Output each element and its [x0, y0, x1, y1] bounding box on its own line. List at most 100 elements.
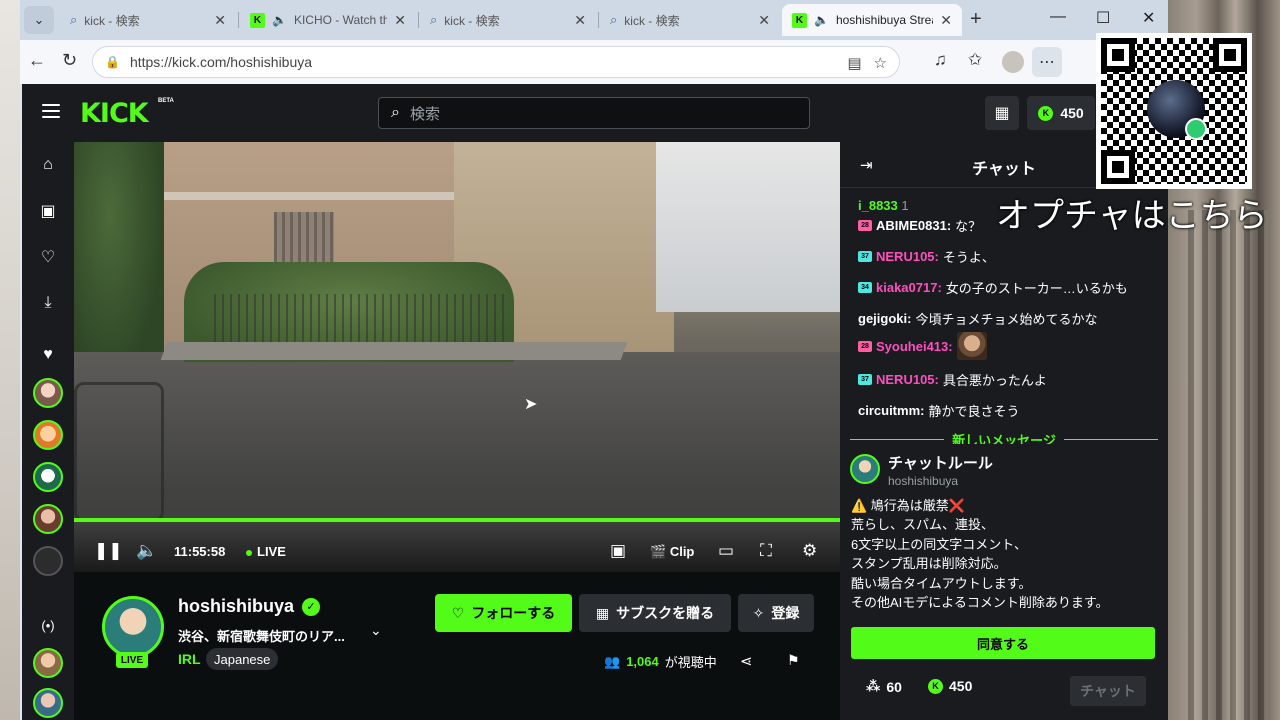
kicks-balance: 450: [1060, 105, 1084, 121]
chat-text: な？: [955, 219, 982, 234]
inbox-icon[interactable]: ⤓: [37, 292, 59, 314]
search-icon: ⌕: [610, 12, 618, 27]
minimize-button[interactable]: —: [1050, 8, 1066, 26]
browse-icon[interactable]: ▣: [37, 200, 59, 222]
picture-in-picture-icon[interactable]: ▣: [610, 541, 626, 561]
clip-button[interactable]: 🎬 Clip: [650, 544, 694, 560]
following-icon[interactable]: ♡: [37, 246, 59, 268]
sparkle-icon: ✧: [752, 604, 765, 621]
chevron-down-icon[interactable]: ⌄: [370, 622, 382, 639]
gift-box-button[interactable]: ▦: [985, 96, 1019, 130]
chat-username[interactable]: Syouhei413:: [876, 339, 953, 354]
volume-icon[interactable]: 🔈: [136, 541, 157, 561]
favorites-icon[interactable]: ✩: [968, 50, 982, 70]
subscribe-button[interactable]: ✧ 登録: [738, 594, 814, 632]
followed-channel-avatar[interactable]: [33, 504, 63, 534]
tab-kick-search-3[interactable]: ⌕ kick - 検索 ✕: [600, 4, 780, 36]
report-flag-icon[interactable]: ⚑: [787, 652, 800, 669]
close-icon[interactable]: ✕: [758, 12, 770, 29]
live-dot-icon: [246, 549, 252, 556]
settings-gear-icon[interactable]: ⚙: [802, 541, 817, 561]
streamer-name[interactable]: hoshishibuya ✓: [178, 596, 321, 617]
favorite-star-icon[interactable]: ☆: [874, 54, 887, 72]
tab-title: KICHO - Watch the V: [293, 13, 388, 27]
video-player[interactable]: ➤ ❚❚ 🔈 11:55:58 LIVE ▣ 🎬 Clip ▭ ⛶ ⚙: [74, 142, 840, 572]
kicks-balance-button[interactable]: K 450: [1027, 96, 1095, 130]
close-icon[interactable]: ✕: [394, 12, 406, 29]
pause-icon[interactable]: ❚❚: [94, 541, 123, 561]
profile-avatar[interactable]: [1002, 51, 1024, 73]
kick-logo[interactable]: KICK: [80, 98, 149, 129]
chat-footer: ⁂ 60 K 450 チャット: [840, 664, 1168, 720]
heart-icon: ♡: [451, 604, 465, 621]
close-icon[interactable]: ✕: [214, 12, 226, 29]
address-bar[interactable]: 🔒 https://kick.com/hoshishibuya ▤ ☆: [92, 46, 900, 78]
tab-kick-search-1[interactable]: ⌕ kick - 検索 ✕: [60, 4, 236, 36]
speaker-icon[interactable]: 🔈: [272, 13, 287, 27]
rules-title: チャットルール: [888, 455, 993, 472]
language-tag[interactable]: Japanese: [206, 648, 279, 670]
tab-title: hoshishibuya Stream: [835, 13, 933, 27]
room-background-left: [0, 0, 20, 720]
followed-channel-avatar[interactable]: [33, 420, 63, 450]
media-control-icon[interactable]: ♫: [934, 50, 947, 70]
followed-channel-avatar[interactable]: [33, 378, 63, 408]
send-chat-button[interactable]: チャット: [1070, 676, 1146, 706]
subscriber-badge-icon: 37: [858, 374, 872, 385]
chat-username[interactable]: NERU105:: [876, 372, 939, 387]
followed-channel-avatar[interactable]: [33, 546, 63, 576]
chat-username[interactable]: ABIME0831:: [876, 218, 951, 233]
recommended-channel-avatar[interactable]: [33, 688, 63, 718]
speaker-icon[interactable]: 🔈: [814, 13, 829, 27]
new-tab-button[interactable]: +: [970, 8, 982, 31]
tab-kicho[interactable]: K 🔈 KICHO - Watch the V ✕: [240, 4, 416, 36]
theater-mode-icon[interactable]: ▭: [718, 541, 734, 561]
tab-actions-menu[interactable]: ⌄: [24, 6, 54, 34]
reload-button[interactable]: ↻: [62, 50, 77, 71]
gift-subscription-button[interactable]: ▦ サブスクを贈る: [579, 594, 731, 632]
player-controls: ❚❚ 🔈 11:55:58 LIVE ▣ 🎬 Clip ▭ ⛶ ⚙: [74, 522, 840, 572]
maximize-button[interactable]: ☐: [1096, 8, 1110, 28]
live-broadcast-icon: (•): [41, 617, 55, 633]
more-menu-button[interactable]: ⋯: [1032, 47, 1062, 77]
chat-message: circuitmm: 静かで良さそう: [858, 401, 1020, 420]
search-input[interactable]: ⌕ 検索: [378, 97, 810, 129]
browser-window: ⌄ ⌕ kick - 検索 ✕ K 🔈 KICHO - Watch the V …: [20, 0, 1168, 720]
close-window-button[interactable]: ✕: [1142, 8, 1155, 28]
share-icon[interactable]: ⋖: [740, 652, 753, 670]
close-icon[interactable]: ✕: [940, 12, 952, 29]
recommended-channel-avatar[interactable]: [33, 648, 63, 678]
tab-kick-search-2[interactable]: ⌕ kick - 検索 ✕: [420, 4, 596, 36]
search-placeholder: 検索: [409, 105, 440, 123]
site-header: KICK BETA ⌕ 検索 ▦ K 450: [22, 84, 1168, 142]
subscriber-badge-icon: 28: [858, 340, 872, 352]
channel-points[interactable]: ⁂ 60: [866, 678, 902, 695]
chat-username[interactable]: circuitmm:: [858, 403, 924, 418]
chat-message: 34 kiaka0717: 女の子のストーカー…いるかも: [858, 278, 1128, 297]
points-icon: ⁂: [866, 678, 881, 694]
tab-title: kick - 検索: [444, 13, 500, 28]
chat-username[interactable]: gejigoki:: [858, 311, 911, 326]
back-button[interactable]: ←: [28, 50, 46, 71]
category-link[interactable]: IRL: [178, 651, 201, 667]
verified-badge-icon: ✓: [302, 597, 321, 616]
fullscreen-icon[interactable]: ⛶: [760, 541, 772, 561]
menu-icon[interactable]: [42, 104, 60, 118]
search-icon: ⌕: [391, 104, 400, 121]
qr-caption: オプチャはこちら: [996, 196, 1268, 236]
followed-channel-avatar[interactable]: [33, 462, 63, 492]
streamer-avatar[interactable]: [102, 596, 164, 658]
kicks-balance-chat[interactable]: K 450: [928, 678, 972, 694]
follow-button[interactable]: ♡ フォローする: [435, 594, 572, 632]
agree-button[interactable]: 同意する: [851, 627, 1155, 659]
viewers-icon: 👥: [604, 653, 621, 669]
chat-username[interactable]: NERU105:: [876, 249, 939, 264]
home-icon[interactable]: ⌂: [37, 154, 59, 176]
qr-code: [1096, 33, 1252, 189]
live-indicator[interactable]: LIVE: [246, 544, 286, 559]
tab-hoshishibuya[interactable]: K 🔈 hoshishibuya Stream ✕: [782, 4, 962, 36]
chat-username[interactable]: kiaka0717:: [876, 280, 942, 295]
reader-mode-icon[interactable]: ▤: [847, 54, 861, 72]
chat-text: そうよ、: [942, 250, 995, 265]
close-icon[interactable]: ✕: [574, 12, 586, 29]
